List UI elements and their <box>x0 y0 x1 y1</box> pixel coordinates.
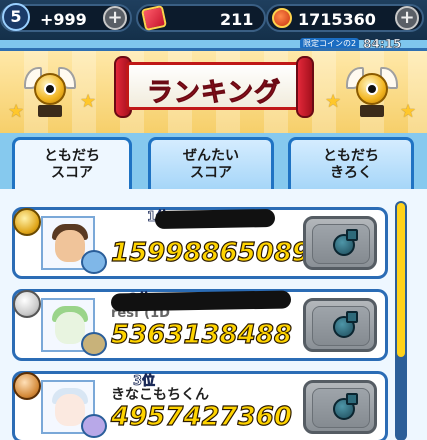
player-score: 4957427360 <box>110 401 292 432</box>
avatar-face <box>55 230 85 262</box>
tab-label: スコア <box>51 165 93 181</box>
ranking-tabs: ともだち スコア ぜんたい スコア ともだち きろく <box>0 133 427 189</box>
add-coins-button[interactable]: + <box>103 6 127 30</box>
send-bomb-button[interactable] <box>303 380 377 434</box>
top-status-bar: 5 +999 + 211 1715360 + <box>0 0 427 40</box>
level-badge: 5 <box>2 3 30 31</box>
star-icon: ★ <box>325 91 342 112</box>
player-score: 15998865089 <box>110 237 310 268</box>
star-icon: ★ <box>80 91 97 112</box>
add-points-button[interactable]: + <box>395 6 419 30</box>
trophy-icon <box>24 61 76 121</box>
redaction-mark <box>154 208 276 230</box>
ranking-row[interactable]: 3位 きなこもちくん 4957427360 <box>12 371 388 440</box>
medal-icon <box>13 290 41 318</box>
ticket-icon <box>140 4 168 32</box>
page-title: ランキング <box>146 78 282 109</box>
companion-avatar <box>81 414 107 438</box>
trophy-icon <box>346 61 398 121</box>
title-scroll: ランキング <box>114 56 314 118</box>
tab-label: ともだち <box>44 148 100 164</box>
send-bomb-button[interactable] <box>303 298 377 352</box>
redaction-mark <box>110 290 292 312</box>
medal-icon <box>13 208 41 236</box>
tab-label: スコア <box>190 165 232 181</box>
tab-label: ともだち <box>323 148 379 164</box>
medal-icon <box>13 372 41 400</box>
avatar-face <box>55 312 85 344</box>
tab-friends-record[interactable]: ともだち きろく <box>288 137 414 189</box>
companion-avatar <box>81 250 107 274</box>
companion-avatar <box>81 332 107 356</box>
player-score: 5363138488 <box>110 319 292 350</box>
points-count: 1715360 <box>298 10 376 29</box>
send-bomb-button[interactable] <box>303 216 377 270</box>
star-icon: ★ <box>8 101 25 122</box>
coin-icon <box>272 8 292 28</box>
player-name: きなこもちくん <box>111 387 209 403</box>
ticket-count: 211 <box>220 10 254 29</box>
star-icon: ★ <box>400 101 417 122</box>
tab-friends-score[interactable]: ともだち スコア <box>12 137 132 189</box>
ranking-row[interactable]: 1位 15998865089 <box>12 207 388 279</box>
ranking-list[interactable]: 1位 15998865089 2位 resf (1D 5363138488 3位 <box>0 189 427 440</box>
tab-overall-score[interactable]: ぜんたい スコア <box>148 137 274 189</box>
ranking-row[interactable]: 2位 resf (1D 5363138488 <box>12 289 388 361</box>
tab-label: ぜんたい <box>183 148 239 164</box>
avatar-face <box>55 394 85 426</box>
tab-label: きろく <box>330 165 372 181</box>
scrollbar-thumb[interactable] <box>397 203 405 357</box>
coin-count: +999 <box>40 10 87 29</box>
